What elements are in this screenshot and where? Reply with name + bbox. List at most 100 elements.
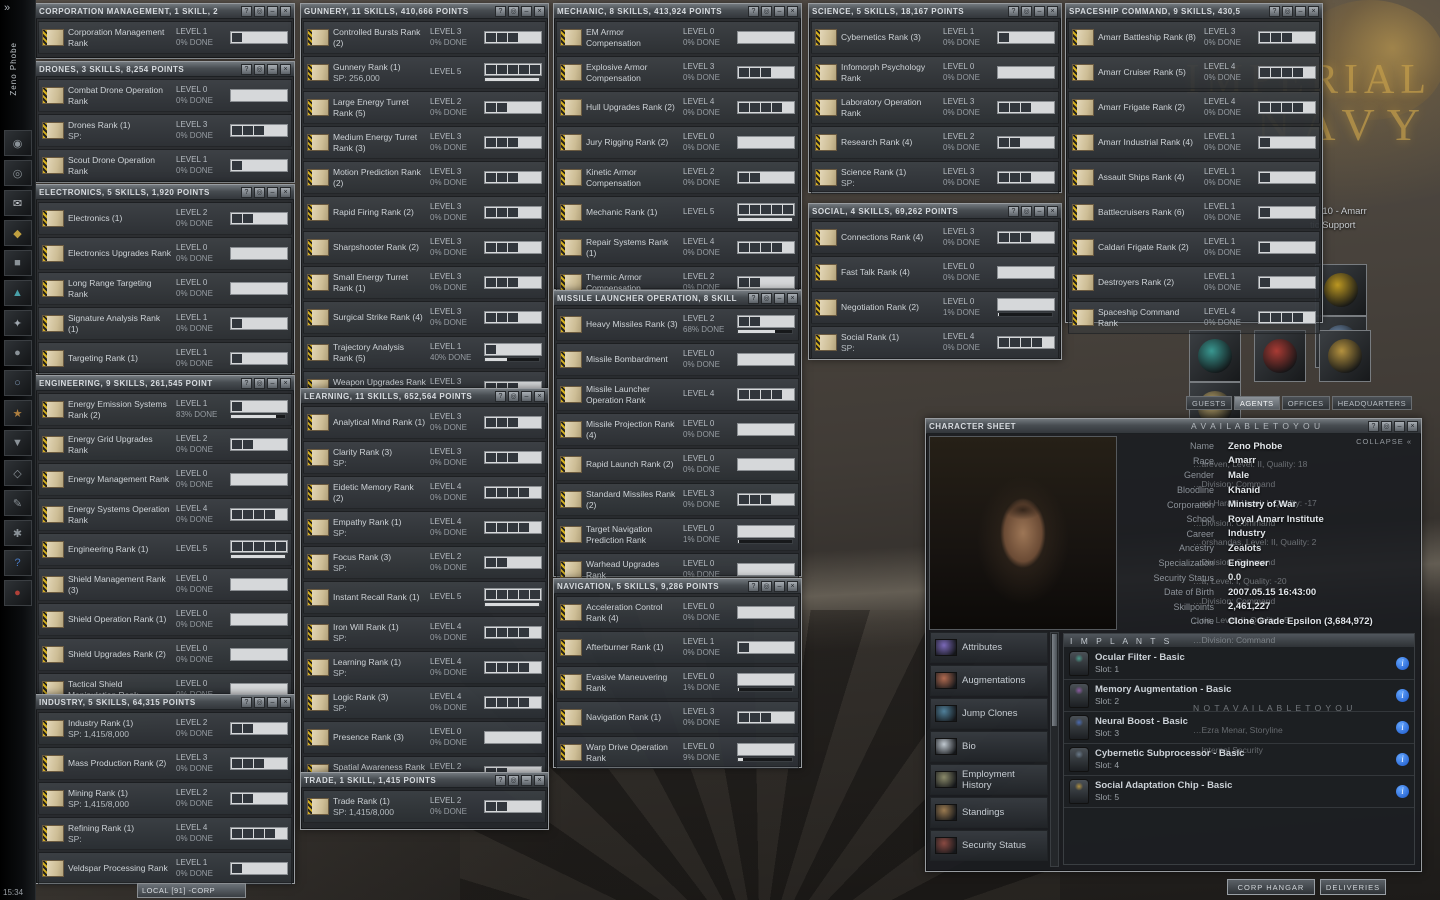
window-character-sheet[interactable]: CHARACTER SHEET ? ◎ – × Name Zeno Phobe Rac… — [925, 418, 1422, 872]
skill-row[interactable]: Explosive Armor Compensation LEVEL 3 0% D… — [556, 56, 799, 89]
skill-row[interactable]: Shield Management Rank (3) LEVEL 0 0% DON… — [38, 568, 292, 601]
window-titlebar[interactable]: SCIENCE, 5 SKILLS, 18,167 POINTS? ◎ – × — [809, 4, 1061, 19]
skill-row[interactable]: Destroyers Rank (2) LEVEL 1 0% DONE — [1068, 266, 1320, 299]
skill-row[interactable]: Amarr Frigate Rank (2) LEVEL 4 0% DONE — [1068, 91, 1320, 124]
skill-row[interactable]: Missile Bombardment LEVEL 0 0% DONE — [556, 343, 799, 376]
skill-row[interactable]: Evasive Maneuvering Rank LEVEL 0 1% DONE — [556, 666, 799, 699]
skill-row[interactable]: Fast Talk Rank (4) LEVEL 0 0% DONE — [811, 256, 1059, 289]
help-icon[interactable]: ? — [3, 550, 32, 576]
skill-row[interactable]: Energy Grid Upgrades Rank LEVEL 2 0% DONE — [38, 428, 292, 461]
skill-row[interactable]: Jury Rigging Rank (2) LEVEL 0 0% DONE — [556, 126, 799, 159]
charsheet-menu-item[interactable]: Augmentations — [930, 665, 1048, 696]
minimize-icon[interactable]: – — [521, 774, 532, 786]
notepad-icon[interactable]: ✎ — [3, 490, 32, 516]
skill-row[interactable]: Shield Operation Rank (1) LEVEL 0 0% DONE — [38, 603, 292, 636]
skill-row[interactable]: Engineering Rank (1) LEVEL 5 — [38, 533, 292, 566]
pin-icon[interactable]: ◎ — [761, 5, 772, 17]
people-and-places-icon[interactable]: ◎ — [3, 160, 32, 186]
skill-row[interactable]: Research Rank (4) LEVEL 2 0% DONE — [811, 126, 1059, 159]
skill-row[interactable]: Drones Rank (1) SP: LEVEL 3 0% DONE — [38, 114, 292, 147]
skill-row[interactable]: Eidetic Memory Rank (2) LEVEL 4 0% DONE — [303, 476, 546, 509]
skill-row[interactable]: Long Range Targeting Rank LEVEL 0 0% DONE — [38, 272, 292, 305]
minimize-icon[interactable]: – — [521, 5, 532, 17]
close-icon[interactable]: × — [1308, 5, 1319, 17]
window-industry[interactable]: INDUSTRY, 5 SKILLS, 64,315 POINTS? ◎ – × In… — [35, 694, 295, 885]
window-titlebar[interactable]: ENGINEERING, 9 SKILLS, 261,545 POINT? ◎ – × — [36, 376, 294, 391]
minimize-icon[interactable]: – — [267, 5, 278, 17]
minimize-icon[interactable]: – — [774, 5, 785, 17]
pin-icon[interactable]: ◎ — [761, 580, 772, 592]
minimize-icon[interactable]: – — [1394, 420, 1405, 432]
implant-row[interactable]: Ocular Filter - Basic Slot: 1 i — [1064, 648, 1414, 680]
skill-row[interactable]: Acceleration Control Rank (4) LEVEL 0 0% … — [556, 596, 799, 629]
window-mechanic[interactable]: MECHANIC, 8 SKILLS, 413,924 POINTS? ◎ – × E… — [553, 3, 802, 299]
window-titlebar[interactable]: GUNNERY, 11 SKILLS, 410,666 POINTS? ◎ – × — [301, 4, 548, 19]
science-and-industry-icon[interactable]: ● — [3, 340, 32, 366]
window-titlebar[interactable]: SOCIAL, 4 SKILLS, 69,262 POINTS? ◎ – × — [809, 204, 1061, 219]
minimize-icon[interactable]: – — [774, 292, 785, 304]
close-icon[interactable]: × — [280, 186, 291, 198]
window-spaceship-command[interactable]: SPACESHIP COMMAND, 9 SKILLS, 430,5? ◎ – × A… — [1065, 3, 1323, 334]
pin-icon[interactable]: ◎ — [508, 390, 519, 402]
station-tab[interactable]: AGENTS — [1233, 396, 1280, 410]
skill-row[interactable]: Energy Emission Systems Rank (2) LEVEL 1… — [38, 393, 292, 426]
skill-row[interactable]: Presence Rank (3) LEVEL 0 0% DONE — [303, 721, 546, 754]
minimize-icon[interactable]: – — [774, 580, 785, 592]
skill-row[interactable]: Kinetic Armor Compensation LEVEL 2 0% DON… — [556, 161, 799, 194]
skill-row[interactable]: Sharpshooter Rank (2) LEVEL 3 0% DONE — [303, 231, 546, 264]
close-icon[interactable]: × — [280, 5, 291, 17]
skill-row[interactable]: Iron Will Rank (1) SP: LEVEL 4 0% DONE — [303, 616, 546, 649]
info-icon[interactable]: i — [1396, 753, 1409, 766]
skill-row[interactable]: Surgical Strike Rank (4) LEVEL 3 0% DONE — [303, 301, 546, 334]
skill-row[interactable]: Amarr Cruiser Rank (5) LEVEL 4 0% DONE — [1068, 56, 1320, 89]
skill-row[interactable]: Target Navigation Prediction Rank LEVEL … — [556, 518, 799, 551]
charsheet-menu-item[interactable]: Employment History — [930, 764, 1048, 795]
skill-row[interactable]: Science Rank (1) SP: LEVEL 3 0% DONE — [811, 161, 1059, 194]
close-icon[interactable]: × — [534, 774, 545, 786]
help-icon[interactable]: ? — [748, 5, 759, 17]
skill-row[interactable]: Electronics Upgrades Rank LEVEL 0 0% DONE — [38, 237, 292, 270]
window-titlebar[interactable]: NAVIGATION, 5 SKILLS, 9,286 POINTS? ◎ – × — [554, 579, 801, 594]
skill-row[interactable]: Combat Drone Operation Rank LEVEL 0 0% DO… — [38, 79, 292, 112]
info-icon[interactable]: i — [1396, 657, 1409, 670]
map-icon[interactable]: ○ — [3, 370, 32, 396]
help-icon[interactable]: ? — [748, 292, 759, 304]
window-learning[interactable]: LEARNING, 11 SKILLS, 652,564 POINTS? ◎ – × … — [300, 388, 549, 789]
window-titlebar[interactable]: MISSILE LAUNCHER OPERATION, 8 SKILL? ◎ – × — [554, 291, 801, 306]
window-titlebar[interactable]: LEARNING, 11 SKILLS, 652,564 POINTS? ◎ – × — [301, 389, 548, 404]
skill-row[interactable]: Mining Rank (1) SP: 1,415/8,000 LEVEL 2 0%… — [38, 782, 292, 815]
minimize-icon[interactable]: – — [267, 377, 278, 389]
window-trade[interactable]: TRADE, 1 SKILL, 1,415 POINTS? ◎ – × Trade R… — [300, 772, 549, 830]
info-icon[interactable]: i — [1396, 785, 1409, 798]
menu-scrollbar[interactable] — [1050, 632, 1059, 867]
pin-icon[interactable]: ◎ — [1381, 420, 1392, 432]
skill-row[interactable]: Instant Recall Rank (1) LEVEL 5 — [303, 581, 546, 614]
skill-row[interactable]: Analytical Mind Rank (1) LEVEL 3 0% DONE — [303, 406, 546, 439]
pin-icon[interactable]: ◎ — [508, 5, 519, 17]
close-icon[interactable]: × — [534, 5, 545, 17]
close-icon[interactable]: × — [1407, 420, 1418, 432]
pin-icon[interactable]: ◎ — [254, 377, 265, 389]
skill-row[interactable]: Electronics (1) LEVEL 2 0% DONE — [38, 202, 292, 235]
skill-row[interactable]: Focus Rank (3) SP: LEVEL 2 0% DONE — [303, 546, 546, 579]
pin-icon[interactable]: ◎ — [254, 696, 265, 708]
skill-row[interactable]: Gunnery Rank (1) SP: 256,000 LEVEL 5 — [303, 56, 546, 89]
skill-row[interactable]: Spaceship Command Rank LEVEL 4 0% DONE — [1068, 301, 1320, 334]
help-icon[interactable]: ? — [241, 5, 252, 17]
help-icon[interactable]: ? — [1008, 5, 1019, 17]
skill-row[interactable]: Rapid Launch Rank (2) LEVEL 0 0% DONE — [556, 448, 799, 481]
skill-row[interactable]: Shield Upgrades Rank (2) LEVEL 0 0% DONE — [38, 638, 292, 671]
skill-row[interactable]: Trajectory Analysis Rank (5) LEVEL 1 40% … — [303, 336, 546, 369]
info-icon[interactable]: i — [1396, 721, 1409, 734]
help-icon[interactable]: ? — [748, 580, 759, 592]
skill-row[interactable]: Veldspar Processing Rank LEVEL 1 0% DONE — [38, 852, 292, 885]
close-icon[interactable]: × — [787, 5, 798, 17]
skill-row[interactable]: Large Energy Turret Rank (5) LEVEL 2 0% D… — [303, 91, 546, 124]
window-electronics[interactable]: ELECTRONICS, 5 SKILLS, 1,920 POINTS? ◎ – × … — [35, 184, 295, 375]
skill-row[interactable]: Assault Ships Rank (4) LEVEL 1 0% DONE — [1068, 161, 1320, 194]
window-titlebar[interactable]: CORPORATION MANAGEMENT, 1 SKILL, 2? ◎ – × — [36, 4, 294, 19]
help-icon[interactable]: ? — [241, 63, 252, 75]
fleet-icon[interactable]: ▼ — [3, 430, 32, 456]
mail-icon[interactable]: ✉ — [3, 190, 32, 216]
neocom-expand-icon[interactable]: » — [4, 2, 10, 14]
